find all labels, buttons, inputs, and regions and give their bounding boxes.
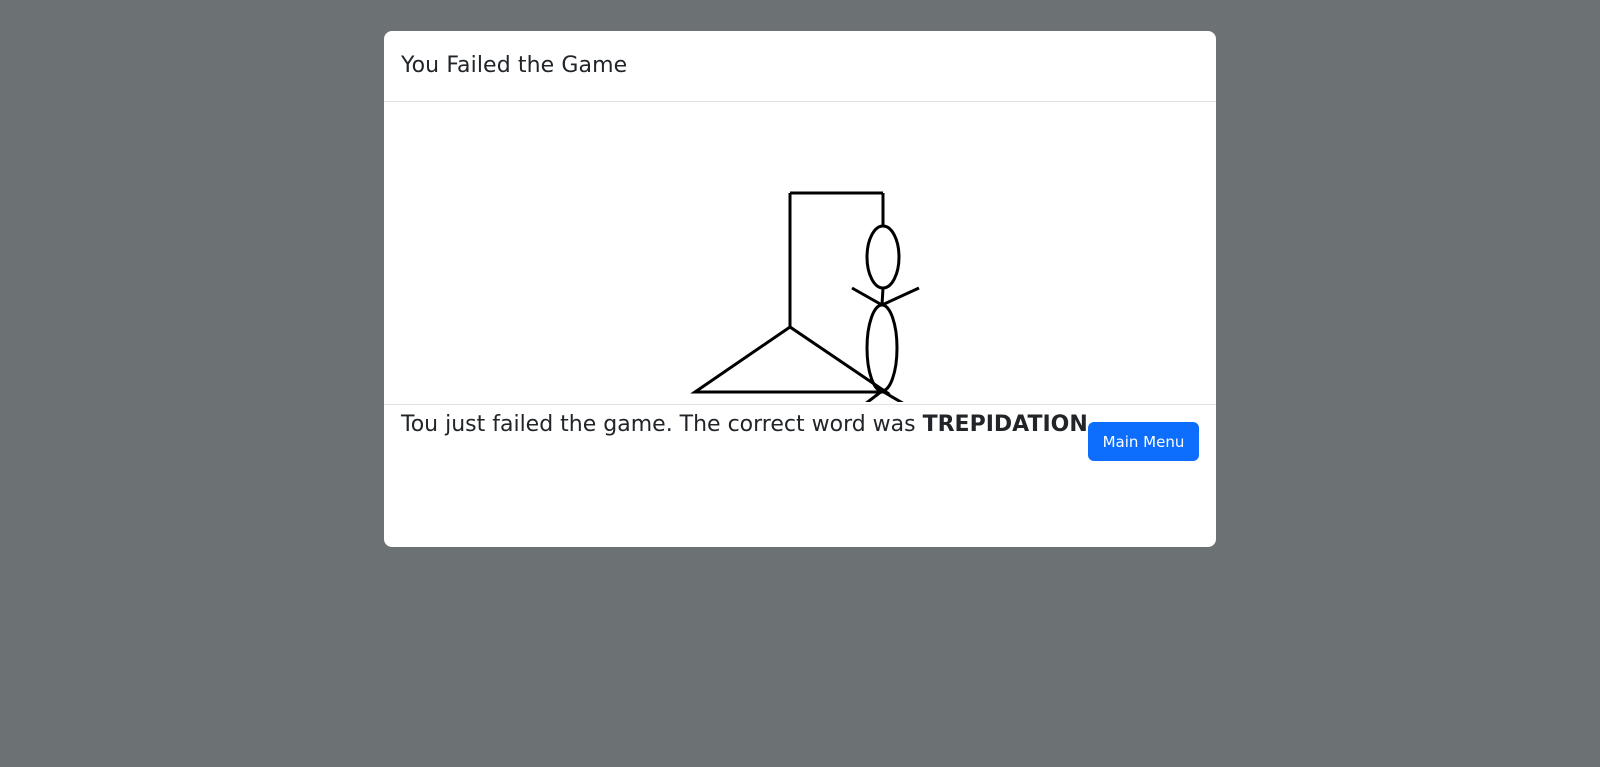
hangman-right-arm — [881, 286, 920, 307]
modal-header: You Failed the Game — [384, 31, 1216, 102]
game-over-dialog: You Failed the Game Tou just failed the … — [384, 31, 1216, 547]
main-menu-button[interactable]: Main Menu — [1088, 422, 1199, 461]
hangman-drawing — [690, 191, 920, 402]
gallows-base — [690, 325, 891, 394]
hangman-head — [865, 224, 901, 290]
modal-backdrop: You Failed the Game Tou just failed the … — [0, 0, 1600, 767]
modal-title: You Failed the Game — [401, 52, 628, 78]
modal-footer: Main Menu — [384, 405, 1216, 547]
hangman-right-leg — [881, 389, 904, 402]
hangman-left-arm — [851, 286, 883, 307]
modal-body: Tou just failed the game. The correct wo… — [384, 102, 1216, 437]
hangman-neck — [880, 287, 885, 306]
hangman-body — [865, 303, 899, 393]
